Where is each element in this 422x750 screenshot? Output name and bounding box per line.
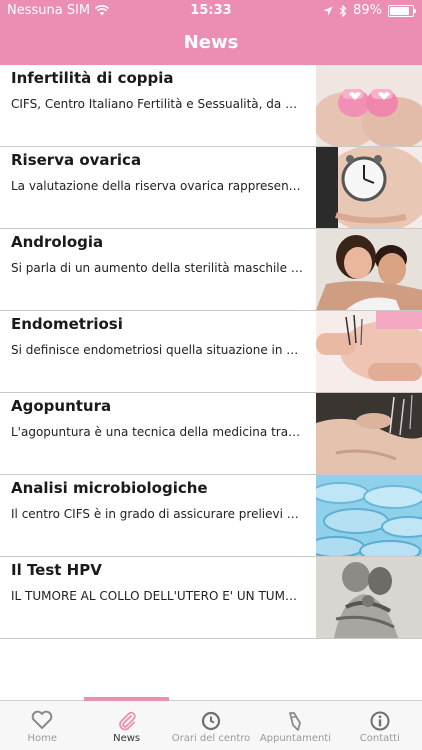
news-item-title: Andrologia [11,233,104,251]
clock-icon [201,711,221,731]
battery-percent: 89% [353,3,382,18]
news-item[interactable]: Riserva ovarica La valutazione della ris… [0,147,422,229]
top-header: Nessuna SIM 15:33 89% News [0,0,422,65]
tab-home-label: Home [27,733,57,744]
news-item-subtitle: L'agopuntura è una tecnica della medicin… [11,425,303,439]
tab-contatti-label: Contatti [359,733,400,744]
news-item-thumbnail [316,229,422,310]
tab-orari-label: Orari del centro [171,733,251,744]
news-item-title: Agopuntura [11,397,112,415]
paperclip-icon [118,711,136,731]
tab-orari[interactable]: Orari del centro [169,701,253,750]
news-item-subtitle: Il centro CIFS è in grado di assicurare … [11,507,303,521]
news-item[interactable]: Infertilità di coppia CIFS, Centro Itali… [0,65,422,147]
news-item[interactable]: Analisi microbiologiche Il centro CIFS è… [0,475,422,557]
pencil-icon [289,712,302,731]
news-item-subtitle: Si parla di un aumento della sterilità m… [11,261,303,275]
heart-icon [31,710,53,729]
status-bar: Nessuna SIM 15:33 89% [0,0,422,22]
hug-sketch-photo [316,557,422,638]
news-item-title: Riserva ovarica [11,151,142,169]
news-item-title: Il Test HPV [11,561,102,579]
petri-dishes-photo [316,475,422,556]
news-item-thumbnail [316,311,422,392]
news-item[interactable]: Agopuntura L'agopuntura è una tecnica de… [0,393,422,475]
news-item[interactable]: Endometriosi Si definisce endometriosi q… [0,311,422,393]
battery-icon [388,4,416,17]
news-item-title: Infertilità di coppia [11,69,174,87]
news-item-title: Endometriosi [11,315,123,333]
news-item-subtitle: La valutazione della riserva ovarica rap… [11,179,303,193]
tab-contatti[interactable]: Contatti [338,701,422,750]
tab-news-label: News [113,733,141,744]
news-item-thumbnail [316,393,422,474]
tab-appuntamenti[interactable]: Appuntamenti [253,701,337,750]
news-item-title: Analisi microbiologiche [11,479,208,497]
news-item-subtitle: CIFS, Centro Italiano Fertilità e Sessua… [11,97,303,111]
news-item[interactable]: Il Test HPV IL TUMORE AL COLLO DELL'UTER… [0,557,422,639]
news-item-thumbnail [316,147,422,228]
pregnant-belly-clock-photo [316,147,422,228]
news-list: Infertilità di coppia CIFS, Centro Itali… [0,65,422,639]
tab-appuntamenti-label: Appuntamenti [259,733,332,744]
tab-bar: Home News Orari del centro Appuntamenti … [0,697,422,750]
news-item-thumbnail [316,475,422,556]
bluetooth-icon [339,4,347,17]
page-title: News [183,32,239,53]
status-right: 89% [323,3,416,18]
news-item[interactable]: Andrologia Si parla di un aumento della … [0,229,422,311]
tab-home[interactable]: Home [0,701,84,750]
news-item-thumbnail [316,65,422,146]
news-item-thumbnail [316,557,422,638]
news-item-subtitle: IL TUMORE AL COLLO DELL'UTERO E' UN TUMO… [11,589,303,603]
acupuncture-belly-photo [316,311,422,392]
location-arrow-icon [323,6,333,15]
baby-shoes-photo [316,65,422,146]
news-item-subtitle: Si definisce endometriosi quella situazi… [11,343,303,357]
info-icon [370,711,390,731]
couple-photo [316,229,422,310]
tab-news[interactable]: News [84,697,170,750]
acupuncture-hand-photo [316,393,422,474]
